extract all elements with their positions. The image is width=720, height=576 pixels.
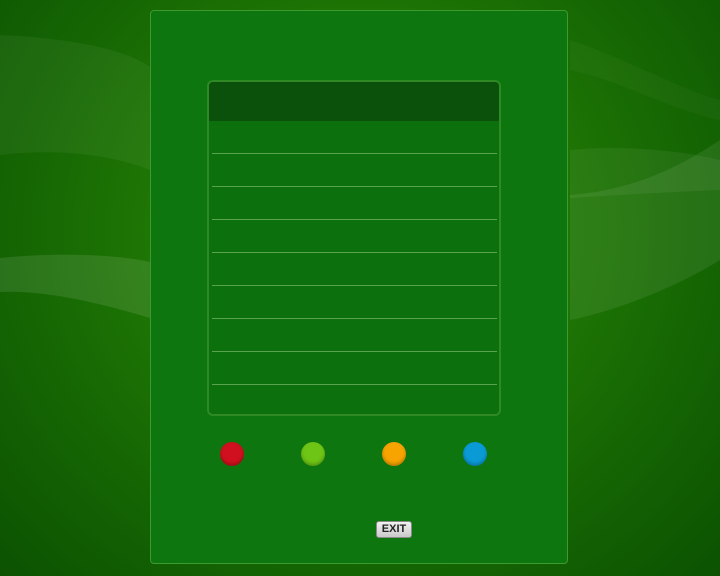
yellow-button[interactable] [382,442,406,466]
item-list [207,80,501,416]
list-row[interactable] [212,286,497,319]
list-row[interactable] [212,121,497,154]
list-row[interactable] [212,319,497,352]
red-button[interactable] [220,442,244,466]
exit-button[interactable]: EXIT [376,521,412,538]
list-row[interactable] [212,154,497,187]
green-button[interactable] [301,442,325,466]
list-row[interactable] [212,220,497,253]
list-row[interactable] [212,352,497,385]
main-panel: EXIT [150,10,568,564]
blue-button[interactable] [463,442,487,466]
list-row[interactable] [212,385,497,414]
list-header [209,82,499,121]
list-row[interactable] [212,253,497,286]
list-row[interactable] [212,187,497,220]
